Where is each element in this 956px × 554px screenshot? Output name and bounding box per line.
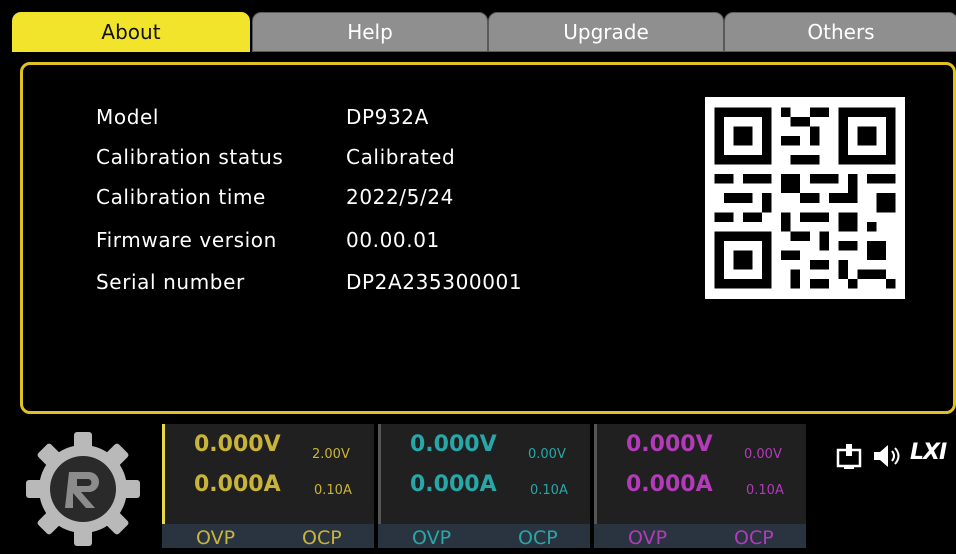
info-row-calibration-status: Calibration status Calibrated <box>96 145 455 169</box>
protection-bar <box>162 524 374 548</box>
info-value: DP932A <box>346 105 429 129</box>
info-value: 2022/5/24 <box>346 185 454 209</box>
voltage-setpoint: 0.00V <box>744 447 782 462</box>
protection-bar <box>594 524 806 548</box>
connection-icon <box>836 442 862 474</box>
tab-about[interactable]: About <box>12 12 250 52</box>
channel-voltage: 0.000V <box>626 432 713 457</box>
current-setpoint: 0.10A <box>530 483 568 498</box>
info-row-firmware-version: Firmware version 00.00.01 <box>96 228 440 252</box>
speaker-icon <box>872 442 902 474</box>
current-setpoint: 0.10A <box>314 483 352 498</box>
info-row-model: Model DP932A <box>96 105 429 129</box>
voltage-setpoint: 2.00V <box>312 447 350 462</box>
ocp-label[interactable]: OCP <box>302 527 342 549</box>
info-row-calibration-time: Calibration time 2022/5/24 <box>96 185 454 209</box>
channel-2-panel[interactable]: 0.000V 0.000A 0.00V 0.10A OVP OCP <box>378 424 590 549</box>
ovp-label[interactable]: OVP <box>628 527 667 549</box>
ocp-label[interactable]: OCP <box>734 527 774 549</box>
info-label: Serial number <box>96 270 245 294</box>
channel-current: 0.000A <box>410 472 497 497</box>
channel-voltage: 0.000V <box>194 432 281 457</box>
lxi-label: LXI <box>910 440 947 465</box>
tab-others[interactable]: Others <box>724 12 956 52</box>
ovp-label[interactable]: OVP <box>196 527 235 549</box>
channel-current: 0.000A <box>626 472 713 497</box>
tab-help[interactable]: Help <box>252 12 488 52</box>
info-value: DP2A235300001 <box>346 270 523 294</box>
info-label: Calibration status <box>96 145 284 169</box>
ovp-label[interactable]: OVP <box>412 527 451 549</box>
tab-upgrade[interactable]: Upgrade <box>488 12 724 52</box>
gear-logo-icon[interactable] <box>22 428 144 550</box>
info-value: 00.00.01 <box>346 228 440 252</box>
info-label: Firmware version <box>96 228 277 252</box>
current-setpoint: 0.10A <box>746 483 784 498</box>
info-row-serial-number: Serial number DP2A235300001 <box>96 270 522 294</box>
channel-current: 0.000A <box>194 472 281 497</box>
protection-bar <box>378 524 590 548</box>
channel-voltage: 0.000V <box>410 432 497 457</box>
channel-3-panel[interactable]: 0.000V 0.000A 0.00V 0.10A OVP OCP <box>594 424 806 549</box>
voltage-setpoint: 0.00V <box>528 447 566 462</box>
tab-bar: About Help Upgrade Others <box>12 12 956 52</box>
info-value: Calibrated <box>346 145 456 169</box>
ocp-label[interactable]: OCP <box>518 527 558 549</box>
channel-1-panel[interactable]: 0.000V 0.000A 2.00V 0.10A OVP OCP <box>162 424 374 549</box>
info-label: Calibration time <box>96 185 266 209</box>
qr-code-icon <box>705 97 905 299</box>
info-label: Model <box>96 105 160 129</box>
